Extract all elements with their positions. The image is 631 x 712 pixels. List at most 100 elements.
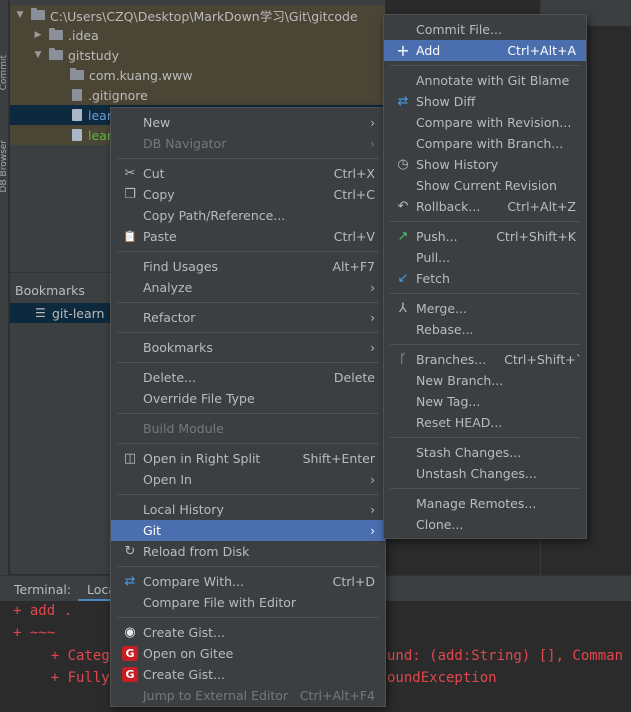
git-item-compare-branch[interactable]: Compare with Branch... <box>384 133 586 154</box>
git-item-new-tag[interactable]: New Tag... <box>384 391 586 412</box>
menu-item-copy[interactable]: ❐ Copy Ctrl+C <box>111 184 385 205</box>
markdown-file-icon <box>72 129 82 141</box>
git-item-rollback[interactable]: ↶ Rollback... Ctrl+Alt+Z <box>384 196 586 217</box>
menu-separator <box>390 65 580 66</box>
menu-item-label: Analyze <box>143 280 193 295</box>
db-browser-tool-tab[interactable]: DB Browser <box>0 140 9 192</box>
folder-icon <box>31 8 45 20</box>
menu-item-label: Show Diff <box>416 94 476 109</box>
menu-item-open-right-split[interactable]: ◫ Open in Right Split Shift+Enter <box>111 448 385 469</box>
menu-item-find-usages[interactable]: Find Usages Alt+F7 <box>111 256 385 277</box>
menu-item-compare-with[interactable]: ⇄ Compare With... Ctrl+D <box>111 571 385 592</box>
git-item-show-history[interactable]: ◷ Show History <box>384 154 586 175</box>
menu-item-label: Copy Path/Reference... <box>143 208 286 223</box>
menu-item-copy-path[interactable]: Copy Path/Reference... <box>111 205 385 226</box>
bookmark-item-label: git-learn <box>52 305 105 321</box>
menu-item-override-file-type[interactable]: Override File Type <box>111 388 385 409</box>
git-item-add[interactable]: + Add Ctrl+Alt+A <box>384 40 586 61</box>
git-item-stash[interactable]: Stash Changes... <box>384 442 586 463</box>
menu-item-open-in[interactable]: Open In › <box>111 469 385 490</box>
list-icon: ☰ <box>35 306 46 320</box>
menu-item-shortcut: Shift+Enter <box>302 451 375 466</box>
terminal-line: + add . <box>13 603 73 619</box>
tree-item-gitignore[interactable]: .gitignore <box>10 85 385 105</box>
menu-separator <box>117 362 379 363</box>
git-item-manage-remotes[interactable]: Manage Remotes... <box>384 493 586 514</box>
menu-item-compare-file-with-editor[interactable]: Compare File with Editor <box>111 592 385 613</box>
menu-separator <box>117 413 379 414</box>
menu-item-label: Compare With... <box>143 574 244 589</box>
git-item-fetch[interactable]: ↙ Fetch <box>384 268 586 289</box>
git-item-reset-head[interactable]: Reset HEAD... <box>384 412 586 433</box>
menu-item-shortcut: Delete <box>333 370 375 385</box>
git-item-compare-revision[interactable]: Compare with Revision... <box>384 112 586 133</box>
menu-item-new[interactable]: New › <box>111 112 385 133</box>
git-item-unstash[interactable]: Unstash Changes... <box>384 463 586 484</box>
git-submenu: Commit File... + Add Ctrl+Alt+A Annotate… <box>383 14 587 539</box>
chevron-right-icon: › <box>370 115 375 130</box>
menu-item-analyze[interactable]: Analyze › <box>111 277 385 298</box>
terminal-line: und: (add:String) [], Comman <box>387 648 624 664</box>
menu-item-label: Pull... <box>416 250 451 265</box>
menu-separator <box>390 344 580 345</box>
menu-item-label: Git <box>143 523 162 538</box>
menu-item-label: Paste <box>143 229 177 244</box>
git-item-commit-file[interactable]: Commit File... <box>384 19 586 40</box>
git-item-show-diff[interactable]: ⇄ Show Diff <box>384 91 586 112</box>
tree-item-gitstudy[interactable]: ▼ gitstudy <box>10 45 385 65</box>
commit-tool-tab[interactable]: Commit <box>0 55 9 90</box>
tree-item-com-kuang-www[interactable]: com.kuang.www <box>10 65 385 85</box>
menu-separator <box>117 158 379 159</box>
menu-item-open-on-gitee[interactable]: G Open on Gitee <box>111 643 385 664</box>
ignore-file-icon <box>72 89 82 101</box>
git-item-branches[interactable]: ᚴ Branches... Ctrl+Shift+` <box>384 349 586 370</box>
menu-item-delete[interactable]: Delete... Delete <box>111 367 385 388</box>
menu-item-cut[interactable]: ✂ Cut Ctrl+X <box>111 163 385 184</box>
github-icon: ◉ <box>124 625 136 640</box>
menu-separator <box>117 617 379 618</box>
tree-root[interactable]: ▼ C:\Users\CZQ\Desktop\MarkDown学习\Git\gi… <box>10 5 385 25</box>
merge-icon: ⅄ <box>399 301 407 316</box>
git-item-pull[interactable]: Pull... <box>384 247 586 268</box>
menu-item-create-gist-github[interactable]: ◉ Create Gist... <box>111 622 385 643</box>
menu-separator <box>117 443 379 444</box>
chevron-right-icon[interactable]: ▶ <box>31 30 45 40</box>
git-item-clone[interactable]: Clone... <box>384 514 586 535</box>
git-item-new-branch[interactable]: New Branch... <box>384 370 586 391</box>
menu-separator <box>117 332 379 333</box>
chevron-down-icon[interactable]: ▼ <box>31 50 45 60</box>
menu-separator <box>390 293 580 294</box>
git-item-rebase[interactable]: Rebase... <box>384 319 586 340</box>
menu-item-git[interactable]: Git › <box>111 520 385 541</box>
menu-item-label: New Branch... <box>416 373 504 388</box>
chevron-right-icon: › <box>370 523 375 538</box>
menu-separator <box>117 566 379 567</box>
terminal-line: + Categ <box>17 648 110 664</box>
menu-item-label: Compare File with Editor <box>143 595 297 610</box>
folder-icon <box>70 68 84 80</box>
menu-item-bookmarks[interactable]: Bookmarks › <box>111 337 385 358</box>
chevron-down-icon[interactable]: ▼ <box>13 10 27 20</box>
menu-item-label: Create Gist... <box>143 667 226 682</box>
menu-separator <box>117 251 379 252</box>
git-item-annotate[interactable]: Annotate with Git Blame <box>384 70 586 91</box>
git-item-show-current-revision[interactable]: Show Current Revision <box>384 175 586 196</box>
menu-item-label: New <box>143 115 171 130</box>
menu-item-label: Unstash Changes... <box>416 466 537 481</box>
tree-item-idea[interactable]: ▶ .idea <box>10 25 385 45</box>
menu-item-label: Manage Remotes... <box>416 496 537 511</box>
menu-item-create-gist-gitee[interactable]: G Create Gist... <box>111 664 385 685</box>
menu-item-shortcut: Ctrl+Shift+K <box>496 229 576 244</box>
compare-icon: ⇄ <box>124 574 136 589</box>
menu-item-shortcut: Alt+F7 <box>332 259 375 274</box>
menu-item-refactor[interactable]: Refactor › <box>111 307 385 328</box>
bookmark-item[interactable]: ☰ git-learn <box>10 303 110 323</box>
gitee-icon: G <box>122 646 138 661</box>
git-item-push[interactable]: ↗ Push... Ctrl+Shift+K <box>384 226 586 247</box>
menu-item-paste[interactable]: 📋 Paste Ctrl+V <box>111 226 385 247</box>
menu-item-local-history[interactable]: Local History › <box>111 499 385 520</box>
menu-item-shortcut: Ctrl+Alt+Z <box>507 199 576 214</box>
menu-item-reload-from-disk[interactable]: ↻ Reload from Disk <box>111 541 385 562</box>
chevron-right-icon: › <box>370 136 375 151</box>
git-item-merge[interactable]: ⅄ Merge... <box>384 298 586 319</box>
